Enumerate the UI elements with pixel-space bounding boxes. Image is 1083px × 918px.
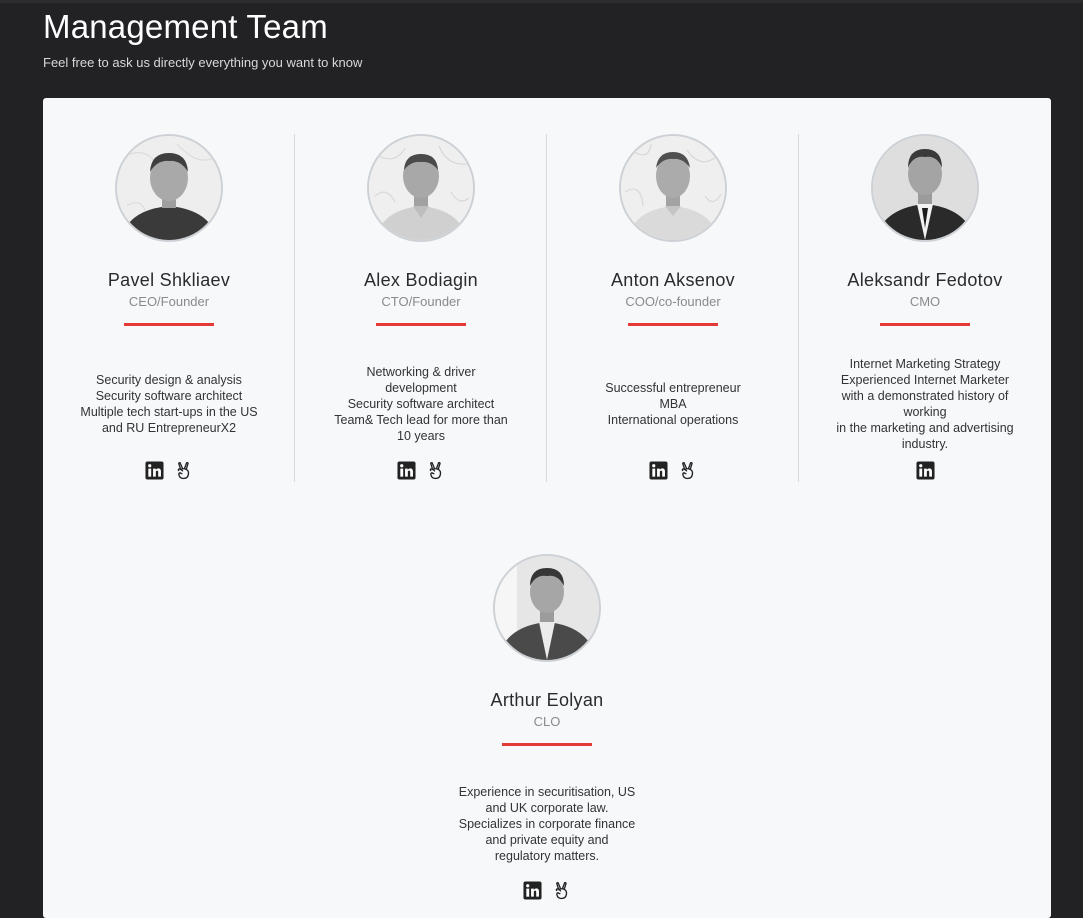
team-member-pavel-shkliaev: Pavel Shkliaev CEO/Founder Security desi… [43, 134, 295, 482]
member-name: Aleksandr Fedotov [847, 270, 1003, 290]
person-photo-icon [117, 136, 221, 240]
accent-divider [124, 323, 214, 326]
bio-line: in the marketing and advertising [836, 421, 1014, 435]
social-links [421, 881, 673, 900]
member-name: Pavel Shkliaev [107, 270, 231, 290]
linkedin-icon[interactable] [397, 461, 416, 480]
avatar [367, 134, 475, 242]
bio-line: Team& Tech lead for more than [334, 413, 508, 427]
bio-line: Security design & analysis [96, 373, 242, 387]
bio-line: industry. [901, 437, 949, 451]
social-links [43, 461, 295, 480]
bio-line: regulatory matters. [494, 849, 600, 863]
person-photo-icon [621, 136, 725, 240]
avatar [493, 554, 601, 662]
bio-line: International operations [607, 413, 739, 427]
bio-line: development [385, 381, 457, 395]
page-subtitle: Feel free to ask us directly everything … [43, 55, 363, 70]
member-role: CMO [909, 294, 941, 309]
avatar [619, 134, 727, 242]
member-name: Anton Aksenov [611, 270, 735, 290]
bio-line: Security software architect [347, 397, 495, 411]
top-divider [0, 0, 1083, 3]
team-card: Pavel Shkliaev CEO/Founder Security desi… [43, 98, 1051, 918]
bio-line: with a demonstrated history of [841, 389, 1009, 403]
person-photo-icon [495, 556, 599, 660]
social-links [295, 461, 547, 480]
bio-line: Experience in securitisation, US [458, 785, 636, 799]
avatar [115, 134, 223, 242]
member-bio: Successful entrepreneur MBA Internationa… [567, 356, 779, 452]
bio-line: Successful entrepreneur [605, 381, 741, 395]
member-role: CTO/Founder [381, 294, 461, 309]
member-role: CEO/Founder [128, 294, 210, 309]
team-member-arthur-eolyan: Arthur Eolyan CLO Experience in securiti… [421, 554, 673, 902]
accent-divider [502, 743, 592, 746]
angellist-icon[interactable] [426, 461, 445, 480]
linkedin-icon[interactable] [915, 461, 935, 480]
member-bio: Internet Marketing Strategy Experienced … [819, 356, 1031, 452]
page-title: Management Team [43, 8, 328, 45]
social-links [799, 461, 1051, 480]
bio-line: and UK corporate law. [485, 801, 609, 815]
linkedin-icon[interactable] [649, 461, 668, 480]
social-links [547, 461, 799, 480]
member-role: COO/co-founder [625, 294, 721, 309]
angellist-icon[interactable] [174, 461, 193, 480]
member-name: Alex Bodiagin [364, 270, 478, 290]
bio-line: Networking & driver [366, 365, 476, 379]
linkedin-icon[interactable] [523, 881, 542, 900]
accent-divider [628, 323, 718, 326]
bio-line: and private equity and [485, 833, 609, 847]
bio-line: MBA [659, 397, 687, 411]
member-role: CLO [533, 714, 561, 729]
member-name: Arthur Eolyan [490, 690, 604, 710]
accent-divider [880, 323, 970, 326]
avatar [871, 134, 979, 242]
member-bio: Networking & driver development Security… [315, 356, 527, 452]
bio-line: working [903, 405, 947, 419]
member-bio: Experience in securitisation, US and UK … [441, 776, 653, 872]
bio-line: Security software architect [95, 389, 243, 403]
team-member-alex-bodiagin: Alex Bodiagin CTO/Founder Networking & d… [295, 134, 547, 482]
bio-line: Experienced Internet Marketer [840, 373, 1010, 387]
accent-divider [376, 323, 466, 326]
member-bio: Security design & analysis Security soft… [63, 356, 275, 452]
bio-line: 10 years [397, 429, 445, 443]
bio-line: Specializes in corporate finance [458, 817, 636, 831]
person-photo-icon [873, 136, 977, 240]
person-photo-icon [369, 136, 473, 240]
team-member-anton-aksenov: Anton Aksenov COO/co-founder Successful … [547, 134, 799, 482]
angellist-icon[interactable] [552, 881, 571, 900]
bio-line: Internet Marketing Strategy [849, 357, 1001, 371]
linkedin-icon[interactable] [145, 461, 164, 480]
bio-line: Multiple tech start-ups in the US [80, 405, 258, 419]
angellist-icon[interactable] [678, 461, 697, 480]
bio-line: and RU EntrepreneurX2 [101, 421, 237, 435]
team-member-aleksandr-fedotov: Aleksandr Fedotov CMO Internet Marketing… [799, 134, 1051, 482]
